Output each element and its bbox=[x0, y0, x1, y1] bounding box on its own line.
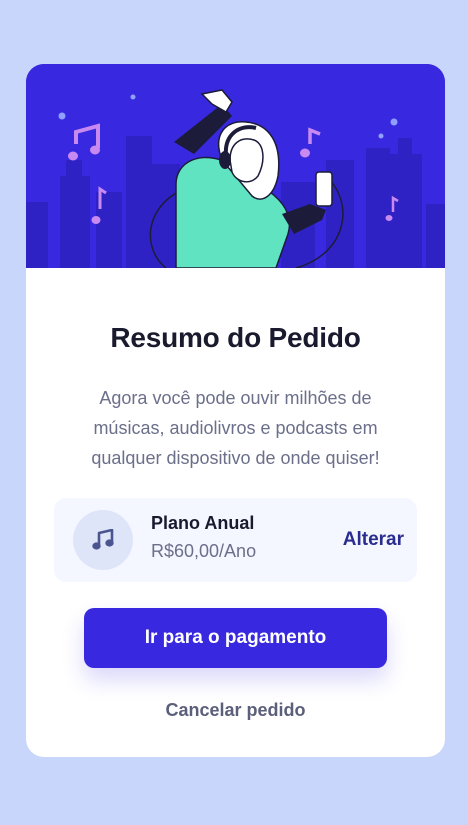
hero-illustration bbox=[26, 64, 445, 268]
plan-summary: Plano Anual R$60,00/Ano Alterar bbox=[54, 498, 417, 582]
cancel-order-button[interactable]: Cancelar pedido bbox=[26, 700, 445, 721]
plan-price: R$60,00/Ano bbox=[151, 541, 257, 561]
order-summary-card: Resumo do Pedido Agora você pode ouvir m… bbox=[26, 64, 445, 757]
proceed-to-payment-button[interactable]: Ir para o pagamento bbox=[84, 608, 387, 668]
music-note-icon bbox=[73, 510, 133, 570]
plan-name: Plano Anual bbox=[151, 513, 255, 533]
description-text: Agora você pode ouvir milhões de músicas… bbox=[91, 388, 380, 468]
change-plan-link[interactable]: Alterar bbox=[343, 529, 404, 551]
page-title: Resumo do Pedido bbox=[110, 322, 361, 353]
